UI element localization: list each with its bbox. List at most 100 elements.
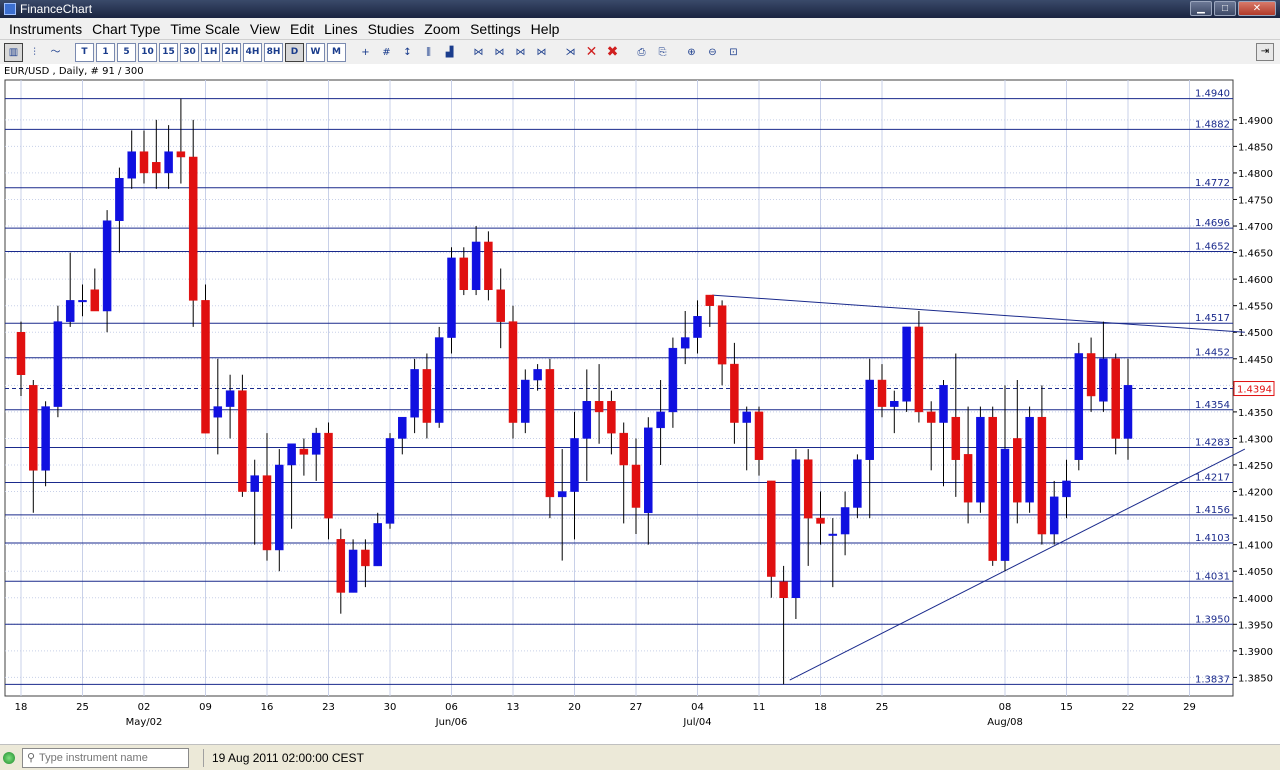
y-tick-label: 1.4600 (1238, 275, 1273, 286)
fibonacci-tool-icon[interactable]: ⋈ (511, 43, 530, 62)
timeframe-30-button[interactable]: 30 (180, 42, 199, 62)
menu-lines[interactable]: Lines (319, 21, 362, 37)
timeframe-m-button[interactable]: M (327, 42, 346, 62)
menu-zoom[interactable]: Zoom (419, 21, 465, 37)
menu-edit[interactable]: Edit (285, 21, 319, 37)
candle-down (545, 369, 555, 498)
timeframe-w-button[interactable]: W (306, 42, 325, 62)
candle-up (398, 416, 407, 439)
support-resistance-label: 1.3950 (1195, 614, 1230, 625)
timeframe-1h-button[interactable]: 1H (201, 42, 220, 62)
gann-tool-icon[interactable]: ⋈ (532, 43, 551, 62)
timeframe-5-button[interactable]: 5 (117, 42, 136, 62)
zoom-out-icon[interactable]: ⊖ (703, 43, 722, 62)
candle-down (730, 363, 739, 423)
minimize-button[interactable]: ▁ (1190, 1, 1212, 16)
candlestick-chart[interactable]: 18 25 02 09 16 23 30 06 13 20 27 04 11 18 25 08 15 22 29 Ma… (0, 64, 1280, 744)
chart-area[interactable]: 18 25 02 09 16 23 30 06 13 20 27 04 11 18 25 08 15 22 29 Ma… (0, 64, 1280, 744)
candle-up (373, 523, 382, 567)
timeframe-t-button[interactable]: T (75, 42, 94, 62)
delete-all-icon[interactable]: ✖ (603, 43, 622, 62)
candle-up (127, 151, 136, 179)
menu-instruments[interactable]: Instruments (4, 21, 87, 37)
timeframe-8h-button[interactable]: 8H (264, 42, 283, 62)
menu-help[interactable]: Help (526, 21, 565, 37)
candle-up (1099, 358, 1108, 402)
candle-up (976, 416, 985, 503)
candle-up (78, 300, 87, 303)
candle-up (791, 459, 801, 599)
candle-up (865, 379, 874, 460)
candle-down (779, 581, 788, 599)
x-tick-label: 04 (691, 702, 704, 713)
timeframe-4h-button[interactable]: 4H (243, 42, 262, 62)
menu-chart-type[interactable]: Chart Type (87, 21, 165, 37)
zoom-in-icon[interactable]: ⊕ (682, 43, 701, 62)
timeframe-1-button[interactable]: 1 (96, 42, 115, 62)
toolbar-separator (624, 43, 630, 62)
x-tick-label: 22 (1122, 702, 1135, 713)
menu-settings[interactable]: Settings (465, 21, 526, 37)
candle-up (1123, 385, 1133, 439)
candle-up (680, 337, 690, 349)
close-button[interactable]: ✕ (1238, 1, 1276, 16)
candle-down (139, 151, 149, 174)
y-tick-label: 1.3900 (1238, 647, 1273, 658)
title-bar: FinanceChart ▁ □ ✕ (0, 0, 1280, 18)
support-resistance-label: 1.4696 (1195, 218, 1230, 229)
instrument-search[interactable]: ⚲ (22, 748, 189, 768)
month-label: Jul/04 (682, 717, 711, 728)
timeframe-15-button[interactable]: 15 (159, 42, 178, 62)
toolbar-separator (461, 43, 467, 62)
candle-down (262, 475, 272, 551)
instrument-search-input[interactable] (39, 752, 179, 764)
support-resistance-label: 1.3837 (1195, 674, 1230, 685)
delete-icon[interactable]: ✕ (582, 43, 601, 62)
studies-chart-icon[interactable]: ▟ (440, 43, 459, 62)
candle-down (988, 416, 997, 561)
candle-down (361, 549, 370, 567)
grid-icon[interactable]: # (377, 43, 396, 62)
x-tick-label: 27 (630, 702, 643, 713)
current-price-label: 1.4394 (1237, 385, 1272, 396)
cursor-info-icon[interactable]: ↕ (398, 43, 417, 62)
candle-down (767, 480, 776, 577)
y-tick-label: 1.4850 (1238, 142, 1273, 153)
candle-down (717, 305, 727, 365)
menu-time-scale[interactable]: Time Scale (165, 21, 245, 37)
bar-chart-icon[interactable]: ⫶ (25, 43, 44, 62)
line-delete-tool-icon[interactable]: ⋊ (561, 43, 580, 62)
candle-down (914, 326, 924, 413)
candlestick-chart-icon[interactable]: ▥ (4, 42, 23, 62)
candle-up (742, 411, 751, 423)
status-bar: ⚲ 19 Aug 2011 02:00:00 CEST (0, 744, 1280, 770)
candle-down (951, 416, 961, 460)
timeframe-d-button[interactable]: D (285, 42, 304, 62)
menu-bar: Instruments Chart Type Time Scale View E… (0, 18, 1280, 40)
volume-bars-icon[interactable]: ⫼ (419, 43, 438, 62)
pin-icon[interactable]: ⇥ (1256, 43, 1274, 61)
y-tick-label: 1.4550 (1238, 302, 1273, 313)
print-icon[interactable]: ⎙ (632, 43, 651, 62)
crosshair-icon[interactable]: + (356, 43, 375, 62)
maximize-button[interactable]: □ (1214, 1, 1236, 16)
candle-up (1025, 416, 1034, 503)
candle-down (594, 401, 604, 413)
x-tick-label: 13 (507, 702, 520, 713)
candle-down (754, 411, 764, 460)
support-resistance-label: 1.4031 (1195, 571, 1230, 582)
y-tick-label: 1.4750 (1238, 195, 1273, 206)
timeframe-10-button[interactable]: 10 (138, 42, 157, 62)
candle-down (201, 300, 210, 434)
y-tick-label: 1.4900 (1238, 116, 1273, 127)
menu-view[interactable]: View (245, 21, 285, 37)
channel-tool-icon[interactable]: ⋈ (490, 43, 509, 62)
timeframe-2h-button[interactable]: 2H (222, 42, 241, 62)
menu-studies[interactable]: Studies (363, 21, 420, 37)
candle-up (890, 401, 899, 407)
trendline-tool-icon[interactable]: ⋈ (469, 43, 488, 62)
print-preview-icon[interactable]: ⎘ (653, 43, 672, 62)
zoom-reset-icon[interactable]: ⊡ (724, 43, 743, 62)
support-resistance-label: 1.4217 (1195, 473, 1230, 484)
line-chart-icon[interactable]: 〜 (46, 43, 65, 62)
